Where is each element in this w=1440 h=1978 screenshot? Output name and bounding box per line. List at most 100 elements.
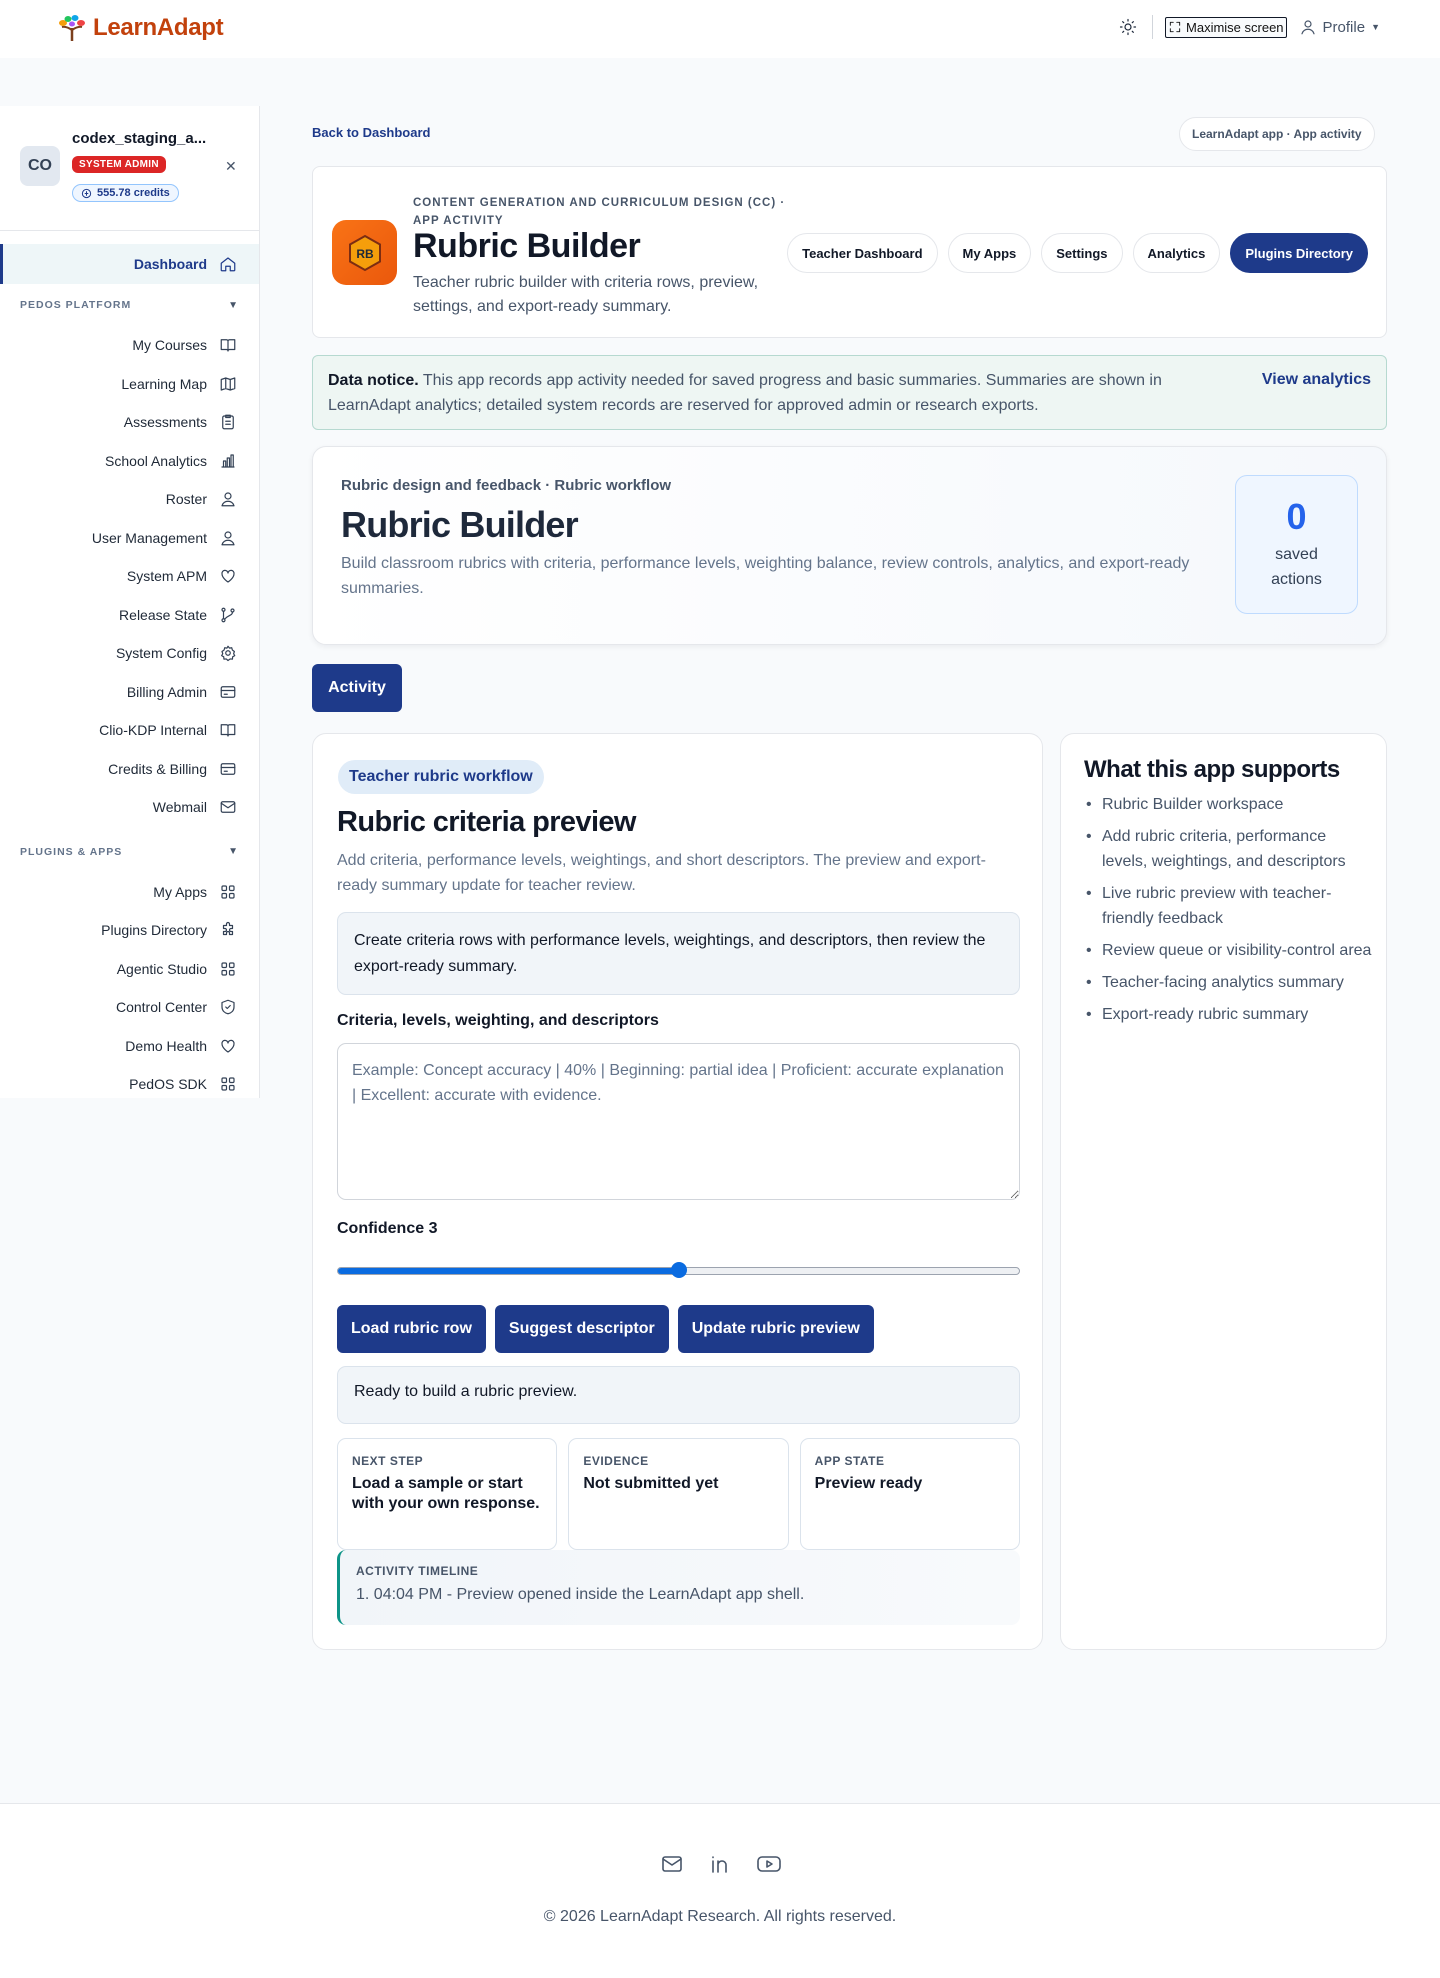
next-step-card: NEXT STEP Load a sample or start with yo… (337, 1438, 558, 1550)
sidebar-item-system-config[interactable]: System Config (0, 634, 259, 673)
sidebar-item-label: System Config (115, 645, 207, 662)
sidebar-item-system-apm[interactable]: System APM (0, 557, 259, 596)
sidebar-item-assessments[interactable]: Assessments (0, 403, 259, 442)
sidebar-item-billing-admin[interactable]: Billing Admin (0, 673, 259, 712)
sidebar-item-label: Roster (165, 491, 207, 508)
app-eyebrow: CONTENT GENERATION AND CURRICULUM DESIGN… (413, 197, 786, 227)
shield-icon (221, 999, 235, 1015)
credits-badge[interactable]: 555.78 credits (72, 184, 179, 202)
tab-my-apps[interactable]: My Apps (947, 233, 1032, 273)
sidebar-item-credits-billing[interactable]: Credits & Billing (0, 750, 259, 789)
close-icon[interactable]: ✕ (225, 158, 237, 175)
mail-icon[interactable] (660, 1852, 684, 1876)
chevron-down-icon: ▼ (228, 299, 239, 311)
sidebar-item-roster[interactable]: Roster (0, 480, 259, 519)
slider-thumb[interactable] (670, 1262, 687, 1278)
sidebar-item-school-analytics[interactable]: School Analytics (0, 442, 259, 481)
grid-icon (221, 885, 235, 899)
tab-analytics[interactable]: Analytics (1132, 233, 1221, 273)
activity-button[interactable]: Activity (312, 664, 402, 712)
footer: © 2026 LearnAdapt Research. All rights r… (0, 1803, 1440, 1978)
card-value: Preview ready (814, 1475, 923, 1492)
users-icon (221, 492, 235, 507)
user-card: CO codex_staging_a... SYSTEM ADMIN 555.7… (0, 106, 259, 231)
load-rubric-row-button[interactable]: Load rubric row (337, 1305, 486, 1353)
workflow-card: Teacher rubric workflow Rubric criteria … (312, 733, 1043, 1650)
sidebar-item-label: PedOS SDK (129, 1076, 207, 1093)
role-badge: SYSTEM ADMIN (72, 156, 166, 173)
clipboard-icon (222, 414, 234, 430)
username: codex_staging_a... (72, 130, 207, 147)
sidebar-item-demo-health[interactable]: Demo Health (0, 1027, 259, 1066)
copyright: © 2026 LearnAdapt Research. All rights r… (543, 1908, 897, 1925)
supports-list: Rubric Builder workspace Add rubric crit… (1084, 792, 1374, 1034)
criteria-textarea[interactable] (337, 1043, 1020, 1200)
sidebar-item-label: My Courses (132, 337, 207, 354)
tab-settings[interactable]: Settings (1041, 233, 1123, 273)
list-item: Review queue or visibility-control area (1084, 938, 1374, 963)
sidebar-item-label: Demo Health (125, 1037, 207, 1054)
social-links (660, 1852, 782, 1876)
status-cards: NEXT STEP Load a sample or start with yo… (337, 1438, 1020, 1550)
grid-icon (221, 1077, 235, 1091)
card-label: NEXT STEP (352, 1454, 424, 1468)
sidebar-item-my-apps[interactable]: My Apps (0, 873, 259, 912)
list-item: Rubric Builder workspace (1084, 792, 1374, 817)
card-label: EVIDENCE (583, 1454, 649, 1468)
sidebar-item-user-management[interactable]: User Management (0, 519, 259, 558)
stat-value: 0 (1286, 496, 1307, 537)
back-to-dashboard-link[interactable]: Back to Dashboard (312, 125, 430, 140)
sidebar-item-label: System APM (126, 568, 207, 585)
app-description: Teacher rubric builder with criteria row… (413, 274, 759, 315)
sidebar-item-label: Control Center (115, 999, 207, 1016)
sidebar-item-pedos-sdk[interactable]: PedOS SDK (0, 1065, 259, 1104)
confidence-slider[interactable] (337, 1262, 1020, 1278)
linkedin-icon[interactable] (708, 1852, 732, 1876)
maximise-screen-button[interactable]: Maximise screen (1165, 16, 1287, 38)
sidebar-item-dashboard[interactable]: Dashboard (0, 244, 259, 284)
suggest-descriptor-button[interactable]: Suggest descriptor (494, 1305, 669, 1353)
bar-chart-icon (221, 454, 235, 468)
sidebar-item-label: Clio-KDP Internal (99, 722, 207, 739)
sidebar-item-control-center[interactable]: Control Center (0, 988, 259, 1027)
sidebar-item-label: Release State (119, 606, 207, 623)
timeline-item: 1. 04:04 PM - Preview opened inside the … (356, 1586, 805, 1603)
tab-plugins-directory[interactable]: Plugins Directory (1230, 233, 1368, 273)
workflow-title: Rubric criteria preview (337, 806, 636, 838)
tab-teacher-dashboard[interactable]: Teacher Dashboard (787, 233, 938, 273)
data-notice: Data notice. This app records app activi… (312, 355, 1387, 430)
sidebar-item-label: My Apps (153, 883, 207, 900)
sun-icon[interactable] (1116, 15, 1140, 39)
map-icon (220, 377, 236, 391)
section-pedos-platform[interactable]: PEDOS PLATFORM ▼ (0, 284, 259, 326)
git-branch-icon (221, 607, 235, 623)
sidebar-item-label: Plugins Directory (101, 922, 207, 939)
app-state-card: APP STATE Preview ready (799, 1438, 1020, 1550)
youtube-icon[interactable] (756, 1852, 782, 1876)
app-icon: RB (332, 220, 397, 285)
book-icon (220, 724, 236, 737)
sidebar-item-plugins-directory[interactable]: Plugins Directory (0, 911, 259, 950)
sidebar-item-clio-kdp-internal[interactable]: Clio-KDP Internal (0, 711, 259, 750)
sidebar-item-webmail[interactable]: Webmail (0, 788, 259, 827)
supports-title: What this app supports (1084, 756, 1340, 783)
gear-icon (221, 645, 236, 662)
view-analytics-link[interactable]: View analytics (1262, 371, 1371, 389)
logo[interactable]: LearnAdapt (57, 14, 224, 42)
workflow-description: Add criteria, performance levels, weight… (337, 852, 986, 894)
puzzle-icon (222, 922, 234, 936)
sidebar-item-release-state[interactable]: Release State (0, 596, 259, 635)
update-rubric-preview-button[interactable]: Update rubric preview (677, 1305, 874, 1353)
profile-menu[interactable]: Profile ▼ (1299, 18, 1380, 36)
card-label: APP STATE (814, 1454, 885, 1468)
section-plugins-apps[interactable]: PLUGINS & APPS ▼ (0, 831, 259, 873)
breadcrumb: LearnAdapt app · App activity (1179, 117, 1375, 151)
sidebar-item-learning-map[interactable]: Learning Map (0, 365, 259, 404)
book-icon (220, 339, 236, 352)
heart-icon (221, 570, 235, 583)
app-title: Rubric Builder (413, 227, 641, 265)
sidebar-item-my-courses[interactable]: My Courses (0, 326, 259, 365)
sidebar-item-agentic-studio[interactable]: Agentic Studio (0, 950, 259, 989)
profile-label: Profile (1322, 18, 1366, 36)
user-icon (1300, 20, 1315, 35)
